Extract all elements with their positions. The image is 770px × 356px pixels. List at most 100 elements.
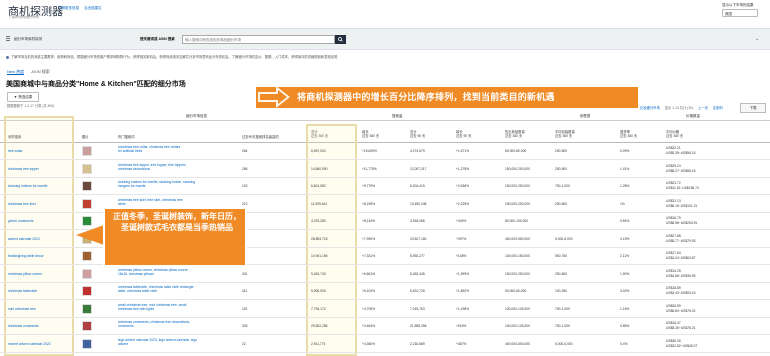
table-row[interactable]: christmas tablecloth christmas tablecloth… xyxy=(0,283,770,300)
col-terms[interactable]: 热门搜索词 xyxy=(118,135,134,139)
top-bar: 商机探测器 了解更多信息 当出现建议 了解市场中的细分市场 显示以下市场的结果 … xyxy=(0,0,770,22)
col-rank[interactable]: 过去90天搜索排名最高的 xyxy=(242,135,279,139)
col-price[interactable]: 平均价格 过去 360 天 xyxy=(666,130,683,138)
col-returns[interactable]: 退货率 过去 360 天 xyxy=(620,130,637,138)
group-price: 价格数量 xyxy=(686,114,700,118)
search-button[interactable] xyxy=(335,35,346,44)
search-total-value: 14,560,900 xyxy=(311,166,328,171)
growth-90-value: +148% xyxy=(456,254,467,258)
table-row[interactable]: tree collar christmas tree collar, christ… xyxy=(0,143,770,160)
filter-button[interactable]: ▼ 筛选结果 xyxy=(7,92,39,102)
total-90-value: 7,019,763 xyxy=(410,306,425,311)
niche-name-link[interactable]: christmas tree skirt xyxy=(8,202,36,206)
niche-name-link[interactable]: marvel advent calendar 2023 xyxy=(8,342,51,346)
region-select[interactable]: 美国 xyxy=(722,9,758,17)
niche-name-link[interactable]: christmas ornaments xyxy=(8,324,39,328)
top-search-terms[interactable]: christmas pillow covers, christmas pillo… xyxy=(118,268,188,276)
avg-price-value: US$16.47 xyxy=(666,321,681,325)
search-label: 搜关键词或 ASIN 搜索 xyxy=(140,37,175,41)
col-growth-360[interactable]: 增长 过去 360 天 xyxy=(362,130,379,138)
growth-360-value: +15,609% xyxy=(362,149,377,153)
product-thumbnail xyxy=(82,338,92,349)
niche-name-link[interactable]: christmas pillow covers xyxy=(8,272,42,276)
pack-count-value: 5,000-6,000 xyxy=(555,236,573,241)
pack-count-value: 250-500 xyxy=(555,201,568,206)
total-90-value: 23,627,160 xyxy=(410,236,427,241)
niche-name-link[interactable]: christmas tree topper xyxy=(8,167,39,171)
top-search-terms[interactable]: small christmas tree, mini christmas tre… xyxy=(118,303,186,311)
tab-new[interactable]: New 热度 xyxy=(7,69,25,75)
tab-asin[interactable]: ASIN 搜索 xyxy=(31,69,49,74)
table-row[interactable]: christmas pillow covers christmas pillow … xyxy=(0,266,770,283)
growth-360-value: +7,990% xyxy=(362,236,376,241)
compare-link[interactable]: 比较细分市场 xyxy=(640,106,660,110)
table-row[interactable]: christmas ornaments christmas ornaments, … xyxy=(0,318,770,335)
table-row[interactable]: mini christmas tree small christmas tree,… xyxy=(0,301,770,318)
info-text: 了解市场当前的消费主要需求、趋势和商品，根据细分市场的客户需求和购物行为，获得相… xyxy=(6,54,706,59)
nav-label[interactable]: 细分市场商机探测 xyxy=(14,37,42,42)
prev-page-link[interactable]: 上一页 xyxy=(698,106,708,110)
region-label: 显示以下市场的结果 xyxy=(722,3,754,7)
download-button[interactable]: 下载 xyxy=(740,103,766,113)
price-range-value: US$6.98~US$253.91 xyxy=(666,221,698,225)
product-thumbnail xyxy=(82,198,92,209)
price-range-value: US$32.82~US$45.07 xyxy=(666,343,698,348)
rank-value: 301 xyxy=(242,271,248,276)
return-rate-value: 2.11% xyxy=(620,254,630,258)
return-rate-value: 0.85% xyxy=(620,324,630,328)
units-sold-value: 150,000-200,000 xyxy=(505,184,530,188)
niche-name-link[interactable]: thanksgiving table decor xyxy=(8,254,44,258)
suggestion-link[interactable]: 当出现建议 xyxy=(84,6,102,11)
niche-name-link[interactable]: tree collar xyxy=(8,149,22,153)
col-pack[interactable]: 平均包装数量 过去 360 天 xyxy=(555,130,575,138)
table-row[interactable]: marvel advent calendar 2023 lego advent c… xyxy=(0,336,770,353)
return-rate-value: 1.90% xyxy=(620,271,630,276)
learn-more-link[interactable]: 了解更多信息 xyxy=(58,6,79,11)
total-90-value: 5,631,728 xyxy=(410,289,425,293)
col-growth-90[interactable]: 增长 过去 90 天 xyxy=(456,130,471,138)
growth-90-value: +397% xyxy=(456,236,467,241)
top-search-terms[interactable]: christmas tree collar, christmas tree co… xyxy=(118,145,180,153)
niche-name-link[interactable]: mini christmas tree xyxy=(8,307,36,311)
growth-360-value: +4,464% xyxy=(362,324,376,328)
col-units[interactable]: 售出商品数量 过去 360 天 xyxy=(505,130,525,138)
menu-icon[interactable] xyxy=(6,36,10,41)
top-search-terms[interactable]: christmas tree skirt, tree skirt, christ… xyxy=(118,198,183,206)
growth-90-value: +1,198% xyxy=(456,306,470,311)
arrow-right-icon xyxy=(258,86,290,108)
units-sold-value: 150,000-200,000 xyxy=(505,166,530,171)
search-total-value: 5,900,000 xyxy=(311,289,326,293)
pack-count-value: 750-1,000 xyxy=(555,306,570,311)
niche-name-link[interactable]: advent calendar 2023 xyxy=(8,237,40,241)
niche-name-link[interactable]: grinch ornaments xyxy=(8,219,33,223)
table-row[interactable]: stocking holders for mantle stocking hold… xyxy=(0,178,770,195)
search-input[interactable]: 输入搜索词来查找相关商品细分市场 xyxy=(182,35,335,44)
group-niche-info: 细分市场信息 xyxy=(186,114,207,118)
rank-value: 265 xyxy=(242,166,248,171)
col-total-90[interactable]: 总计 过去 90 天 xyxy=(410,130,425,138)
price-range-value: US$4.43~US$53.15 xyxy=(666,291,696,295)
avg-price-value: US$26.59 xyxy=(666,303,681,308)
return-rate-value: 1.16% xyxy=(620,306,630,311)
units-sold-value: 50,000-60,000 xyxy=(505,289,527,293)
avg-price-value: US$31.13 xyxy=(666,198,681,203)
top-search-terms[interactable]: stocking holders for mantle, stocking ho… xyxy=(118,180,195,188)
top-search-terms[interactable]: christmas ornaments, christmas tree deco… xyxy=(118,320,190,328)
rank-value: 326 xyxy=(242,324,248,328)
units-sold-value: 100,000-125,000 xyxy=(505,306,530,311)
top-search-terms[interactable]: lego advent calendar 2023, lego advent c… xyxy=(118,338,197,346)
top-search-terms[interactable]: christmas tablecloth, christmas table cl… xyxy=(118,285,194,293)
units-sold-value: 150,000-200,000 xyxy=(505,271,530,276)
top-search-terms[interactable]: christmas tree topper, tree topper, tree… xyxy=(118,163,186,171)
result-count: 显示 1-10 共计 (10) xyxy=(664,106,694,110)
table-row[interactable]: christmas tree topper christmas tree topp… xyxy=(0,161,770,178)
niche-name-link[interactable]: christmas tablecloth xyxy=(8,289,37,293)
units-sold-value: 80,000-100,000 xyxy=(505,219,529,223)
units-sold-value: 100,000-150,000 xyxy=(505,254,530,258)
columns-link[interactable]: 定制列 xyxy=(713,106,723,110)
growth-90-value: +915% xyxy=(456,324,467,328)
search-bar: 细分市场商机探测 搜关键词或 ASIN 搜索 输入搜索词来查找相关商品细分市场 … xyxy=(0,28,770,50)
niche-name-link[interactable]: stocking holders for mantle xyxy=(8,184,47,188)
page-title: 美国商城中与商品分类"Home & Kitchen"匹配的细分市场 xyxy=(6,81,186,88)
chevron-down-icon[interactable]: ⌄ xyxy=(755,36,759,42)
